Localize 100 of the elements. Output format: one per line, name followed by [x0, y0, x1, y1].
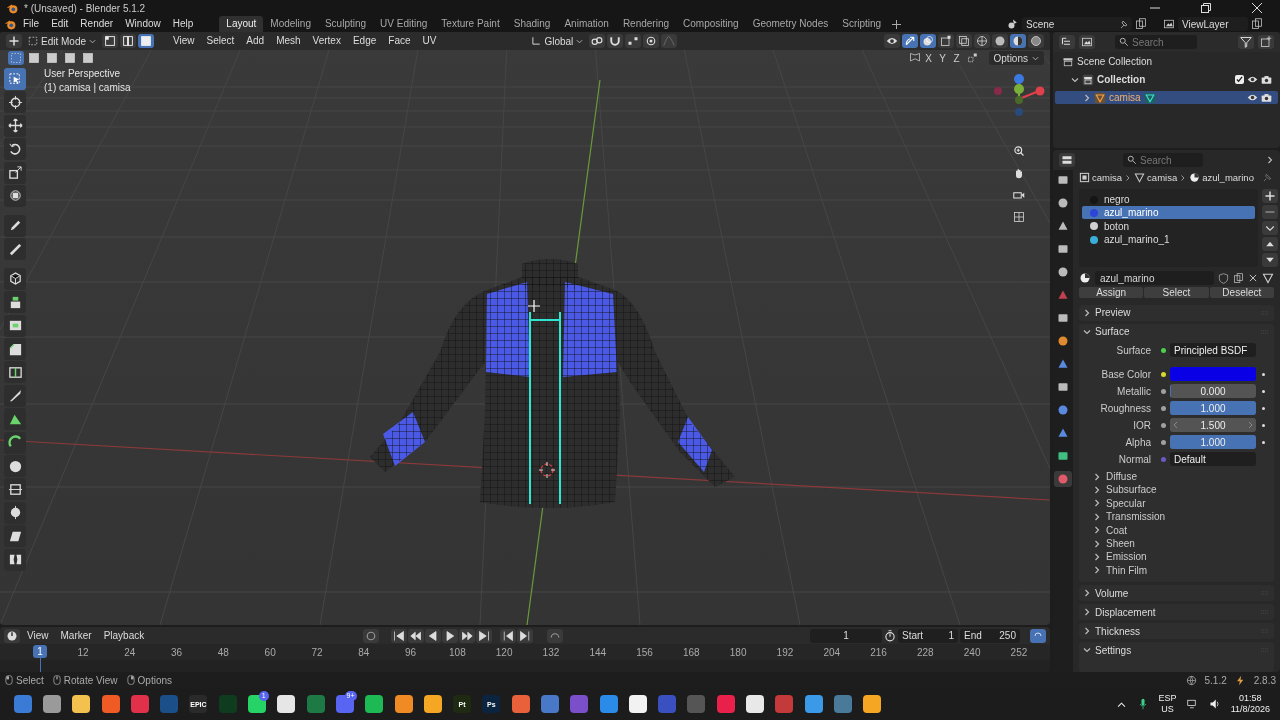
frame-tick-label: 180 [728, 646, 748, 658]
addon-version-label: 2.8.3 [1253, 674, 1276, 686]
workspace-tab[interactable]: Geometry Nodes [745, 16, 836, 32]
frame-tick-label: 168 [682, 646, 701, 658]
shader-dropdown[interactable]: Principled BSDF [1170, 343, 1256, 358]
frame-tick-label: 48 [216, 646, 230, 658]
workspace-tab[interactable]: UV Editing [373, 16, 435, 32]
workspace-tab[interactable]: Animation [557, 16, 616, 32]
subpanel-header[interactable]: Thin Film [1079, 563, 1274, 577]
viewport-info-text: User Perspective [44, 68, 122, 79]
menu-item[interactable]: View [168, 34, 200, 48]
panel-header[interactable]: Surface [1079, 323, 1274, 340]
material-slot[interactable]: azul_marino [1082, 206, 1255, 220]
breadcrumb-item[interactable]: camisa [1092, 172, 1123, 183]
panel-header[interactable]: Displacement [1079, 604, 1274, 620]
outliner-item-label: Scene Collection [1077, 56, 1153, 67]
viewport-info-text: (1) camisa | camisa [44, 82, 131, 93]
frame-tick-label: 12 [76, 646, 90, 658]
workspace-tab[interactable]: Shading [506, 16, 558, 32]
frame-tick-label: 24 [123, 646, 137, 658]
start-frame-field[interactable]: Start 1 [898, 628, 958, 643]
frame-tick-label: 36 [170, 646, 184, 658]
subpanel-header[interactable]: Emission [1079, 550, 1274, 564]
slot-action-button[interactable]: Assign [1079, 287, 1144, 298]
menu-item[interactable]: Face [383, 34, 416, 48]
subpanel-header[interactable]: Subsurface [1079, 483, 1274, 497]
menu-item[interactable]: Edge [347, 34, 382, 48]
search-field[interactable]: Search [1115, 35, 1197, 49]
menu-item[interactable]: Help [166, 16, 200, 32]
frame-tick-label: 108 [448, 646, 467, 658]
property-label: Metallic [1116, 385, 1152, 397]
property-label: Roughness [1099, 402, 1152, 414]
panel-header[interactable]: Preview [1079, 304, 1274, 321]
frame-tick-label: 144 [588, 646, 608, 658]
options-dropdown[interactable]: Options [988, 51, 1044, 65]
workspace-tab[interactable]: Texture Paint [434, 16, 507, 32]
end-frame-field[interactable]: End 250 [960, 628, 1020, 643]
window-title: * (Unsaved) - Blender 5.1.2 [24, 2, 146, 14]
input-language[interactable]: ESP US [1158, 693, 1177, 715]
status-hint: Rotate View [63, 674, 118, 686]
frame-tick-label: 156 [635, 646, 654, 658]
menu-item[interactable]: File [17, 16, 46, 32]
scene-field[interactable]: Scene [1022, 17, 1132, 31]
breadcrumb-item[interactable]: azul_marino [1202, 172, 1254, 183]
subpanel-header[interactable]: Transmission [1079, 510, 1274, 524]
workspace-tab[interactable]: Compositing [676, 16, 746, 32]
menu-item[interactable]: Edit [45, 16, 75, 32]
search-field[interactable]: Search [1123, 153, 1203, 167]
menu-item[interactable]: Add [241, 34, 270, 48]
workspace-tab[interactable]: Modeling [263, 16, 318, 32]
breadcrumb-item[interactable]: camisa [1147, 172, 1178, 183]
workspace-tab[interactable]: Layout [219, 16, 264, 32]
current-frame-field[interactable]: 1 [810, 628, 882, 643]
subpanel-header[interactable]: Sheen [1079, 536, 1274, 551]
frame-tick-label: 60 [263, 646, 277, 658]
frame-tick-label: 252 [1009, 646, 1029, 658]
current-frame-marker[interactable]: 1 [33, 645, 47, 658]
clock[interactable]: 01:58 11/8/2026 [1230, 693, 1270, 715]
subpanel-header[interactable]: Diffuse [1079, 469, 1274, 484]
frame-tick-label: 120 [494, 646, 514, 658]
menu-item[interactable]: Vertex [307, 34, 346, 48]
workspace-tab[interactable]: Rendering [615, 16, 677, 32]
outliner-item-label: camisa [1109, 92, 1141, 103]
subpanel-header[interactable]: Coat [1079, 523, 1274, 537]
workspace-tab[interactable]: Scripting [835, 16, 889, 32]
menu-item[interactable]: View [22, 628, 54, 643]
property-label: Alpha [1124, 436, 1152, 448]
material-slot[interactable]: negro [1082, 193, 1255, 206]
value-slider[interactable]: 0.000 [1170, 384, 1256, 399]
menu-item[interactable]: Mesh [271, 34, 306, 48]
slot-action-button[interactable]: Select [1144, 287, 1209, 298]
panel-header[interactable]: Thickness [1079, 623, 1274, 639]
workspace-tab[interactable]: Sculpting [317, 16, 374, 32]
outliner-row[interactable]: Scene Collection [1055, 55, 1278, 68]
slot-action-button[interactable]: Deselect [1209, 287, 1274, 298]
property-label: IOR [1132, 419, 1152, 431]
frame-tick-label: 84 [357, 646, 371, 658]
menu-item[interactable]: Marker [55, 628, 97, 643]
menu-item[interactable]: Render [74, 16, 120, 32]
panel-header[interactable]: Volume [1079, 585, 1274, 601]
outliner-row[interactable]: camisa [1055, 91, 1278, 104]
value-slider[interactable]: 1.000 [1170, 435, 1256, 450]
outliner-row[interactable]: Collection [1055, 73, 1278, 86]
subpanel-header[interactable]: Specular [1079, 496, 1274, 511]
menu-item[interactable]: UV [417, 34, 442, 48]
frame-tick-label: 228 [916, 646, 935, 658]
material-name-field[interactable]: azul_marino [1095, 271, 1214, 285]
outliner-item-label: Collection [1097, 74, 1146, 85]
frame-tick-label: 204 [822, 646, 842, 658]
frame-tick-label: 240 [962, 646, 982, 658]
material-slot[interactable]: azul_marino_1 [1082, 233, 1255, 247]
menu-item[interactable]: Window [119, 16, 167, 32]
status-hint: Select [16, 674, 44, 686]
view-layer-field[interactable]: ViewLayer [1178, 17, 1248, 31]
material-slot[interactable]: boton [1082, 219, 1255, 233]
menu-item[interactable]: Select [201, 34, 240, 48]
input-link-field[interactable]: Default [1170, 452, 1256, 467]
frame-tick-label: 96 [404, 646, 418, 658]
value-slider[interactable]: 1.000 [1170, 401, 1256, 416]
playback-dropdown[interactable]: Playback [98, 628, 150, 643]
